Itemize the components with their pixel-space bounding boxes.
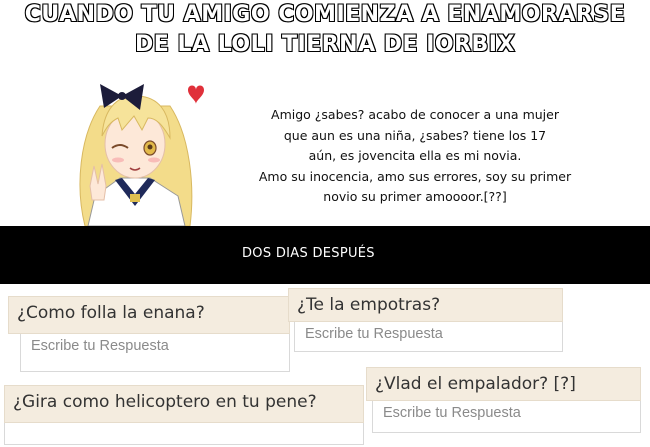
answer-input[interactable]: Escribe tu Respuesta <box>372 401 641 433</box>
message-line: Amo su inocencia, amo sus errores, soy s… <box>258 168 572 184</box>
question-card: ¿Vlad el empalador? [?] Escribe tu Respu… <box>366 367 641 433</box>
heart-icon <box>188 85 204 104</box>
question-card: ¿Como folla la enana? Escribe tu Respues… <box>8 296 290 372</box>
question-card: ¿Te la empotras? Escribe tu Respuesta <box>288 288 563 352</box>
answer-input[interactable]: Escribe tu Respuesta <box>294 322 563 352</box>
meme-title-line-1: CUANDO TU AMIGO COMIENZA A ENAMORARSE <box>24 1 626 28</box>
question-card: ¿Gira como helicoptero en tu pene? <box>4 385 364 445</box>
message-line: Amigo ¿sabes? acabo de conocer a una muj… <box>271 107 559 122</box>
question-title: ¿Gira como helicoptero en tu pene? <box>4 385 364 423</box>
question-title: ¿Vlad el empalador? [?] <box>366 367 641 401</box>
friend-message: Amigo ¿sabes? acabo de conocer a una muj… <box>245 105 585 208</box>
answer-input[interactable]: Escribe tu Respuesta <box>20 334 290 372</box>
message-line: aún, es jovencita ella es mi novia. <box>308 148 522 163</box>
message-line: novio su primer amoooor.[??] <box>323 189 507 204</box>
question-title: ¿Te la empotras? <box>288 288 563 322</box>
message-line: que aun es una niña, ¿sabes? tiene los 1… <box>283 127 547 143</box>
meme-title-line-2: DE LA LOLI TIERNA DE IORBIX <box>134 31 515 58</box>
question-title: ¿Como folla la enana? <box>8 296 290 334</box>
time-skip-band: DOS DIAS DESPUÉS <box>0 226 650 284</box>
time-skip-caption: DOS DIAS DESPUÉS <box>242 246 375 261</box>
anime-girl-illustration <box>79 84 204 226</box>
answer-input[interactable] <box>4 423 364 445</box>
